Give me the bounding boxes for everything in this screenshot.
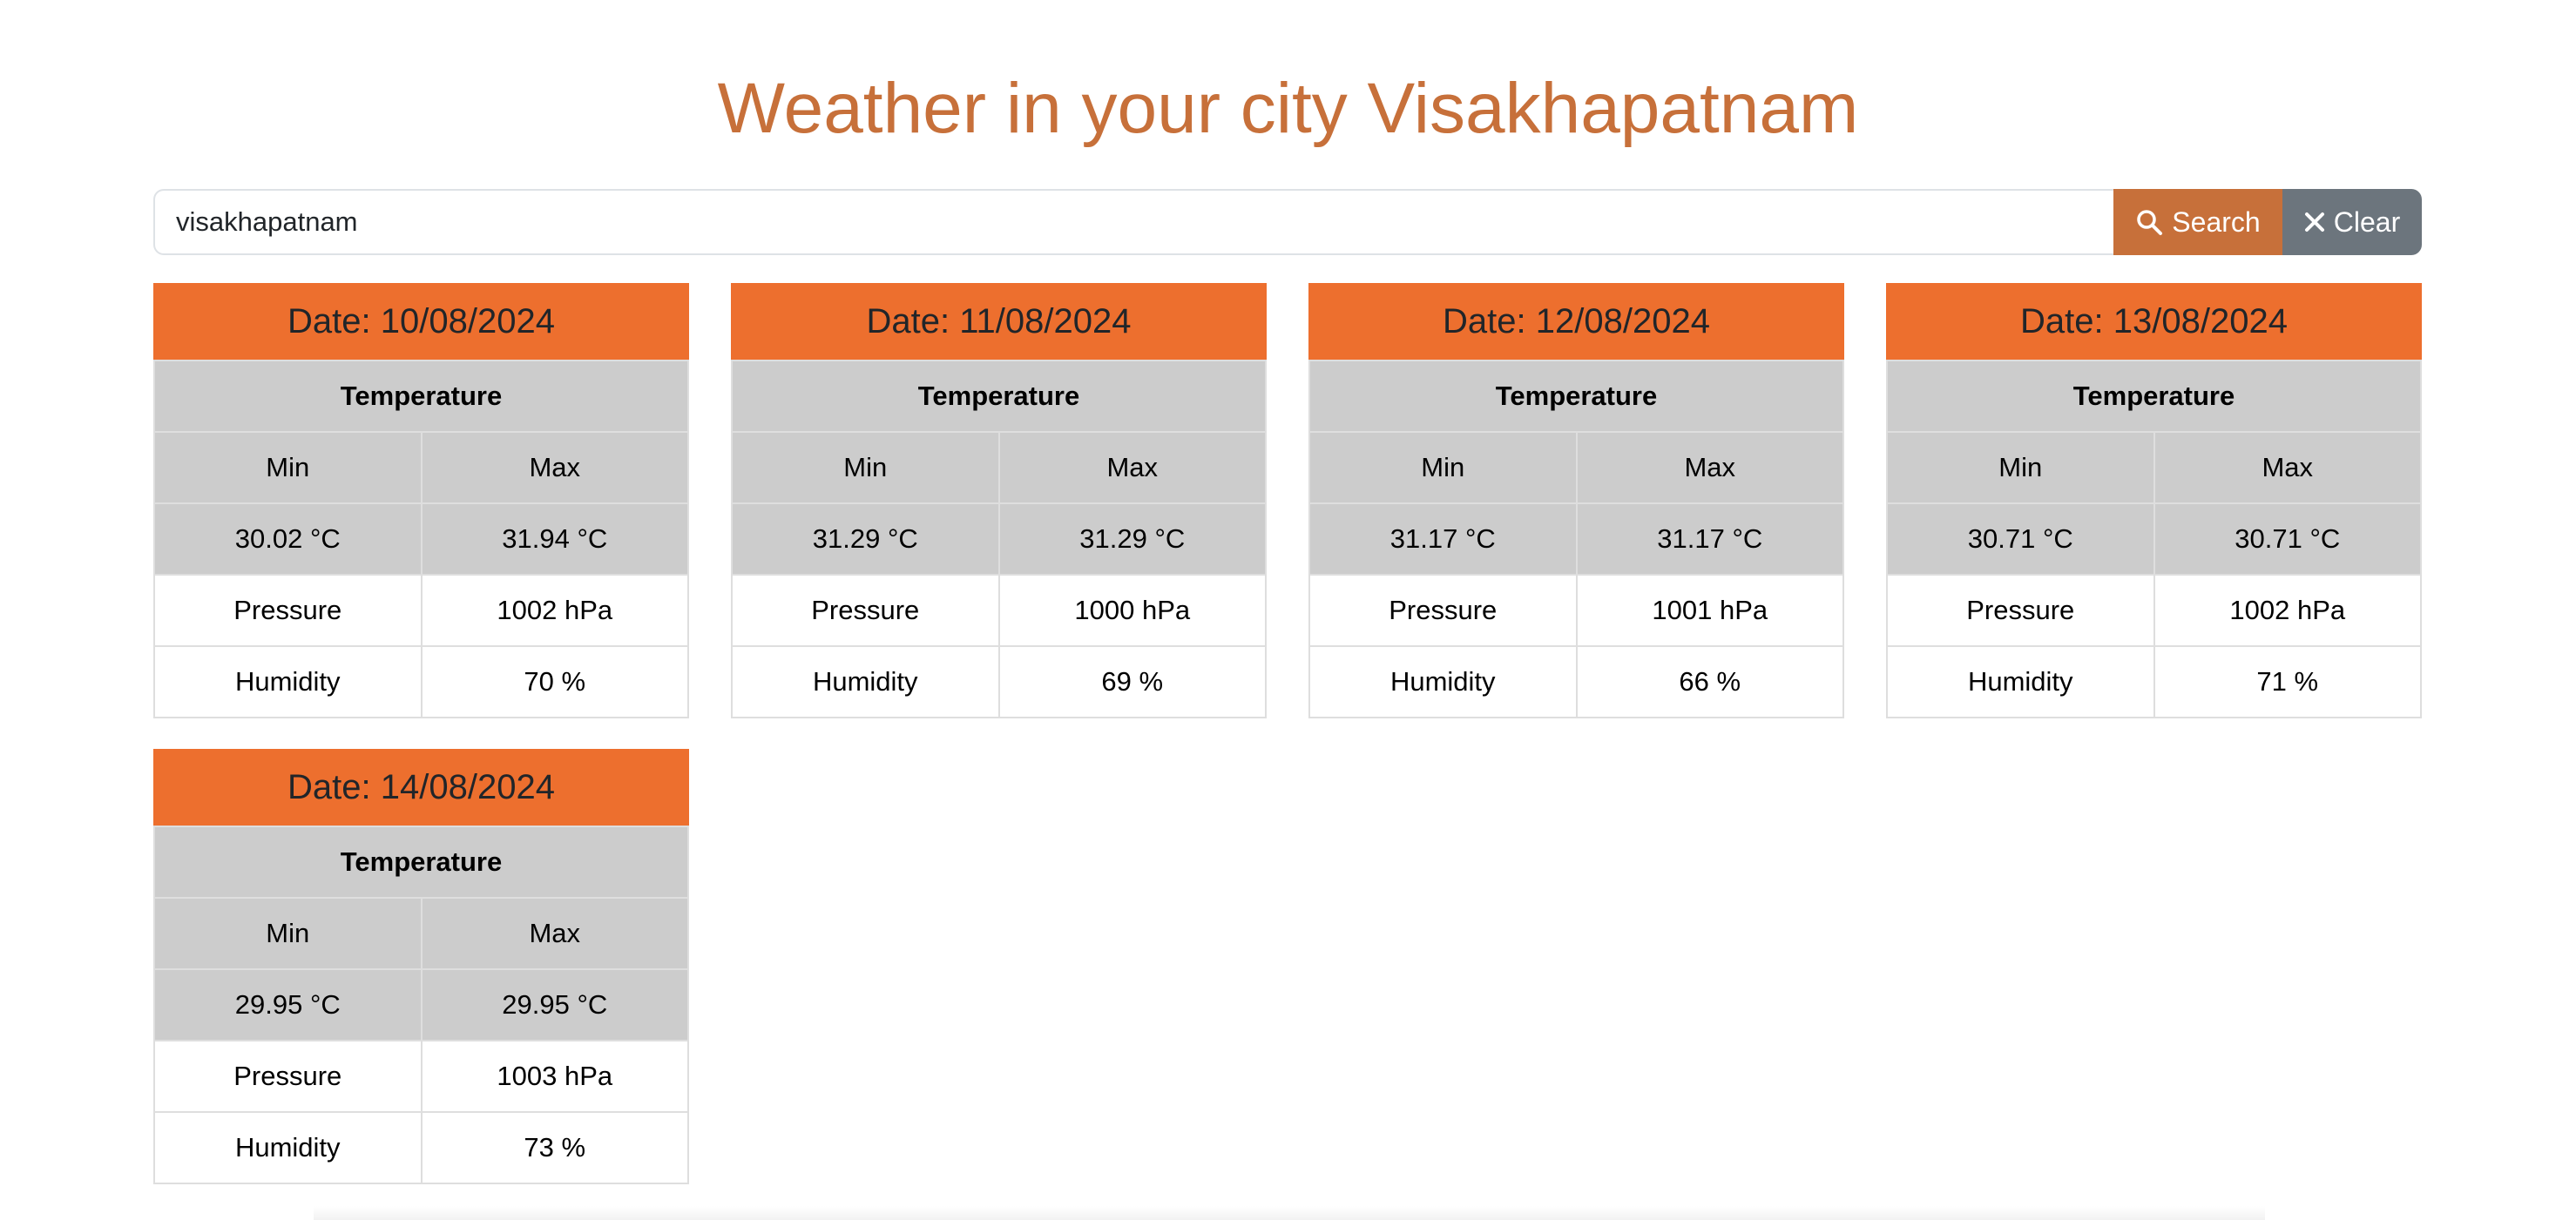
table-row: Pressure 1002 hPa (1886, 574, 2422, 647)
weather-table: Temperature Min Max 30.71 °C 30.71 °C Pr… (1886, 360, 2422, 718)
close-icon (2304, 212, 2325, 233)
humidity-value: 69 % (997, 645, 1267, 718)
max-label: Max (420, 897, 689, 970)
min-label: Min (153, 897, 423, 970)
clear-button-label: Clear (2333, 206, 2401, 238)
search-icon (2135, 208, 2163, 236)
humidity-label: Humidity (153, 645, 423, 718)
max-label: Max (997, 431, 1267, 504)
table-row: 31.29 °C 31.29 °C (731, 502, 1267, 576)
temperature-heading: Temperature (1308, 360, 1844, 433)
table-row: 30.71 °C 30.71 °C (1886, 502, 2422, 576)
max-label: Max (420, 431, 689, 504)
humidity-value: 71 % (2153, 645, 2422, 718)
max-temperature-value: 30.71 °C (2153, 502, 2422, 576)
table-row: Pressure 1003 hPa (153, 1040, 689, 1113)
forecast-card: Date: 12/08/2024 Temperature Min Max 31.… (1308, 283, 1844, 718)
table-row: Temperature (731, 360, 1267, 433)
pressure-value: 1002 hPa (420, 574, 689, 647)
max-temperature-value: 31.29 °C (997, 502, 1267, 576)
humidity-value: 73 % (420, 1111, 689, 1184)
pressure-label: Pressure (1308, 574, 1578, 647)
search-button-label: Search (2172, 206, 2261, 238)
page-title: Weather in your city Visakhapatnam (717, 69, 1859, 148)
temperature-heading: Temperature (1886, 360, 2422, 433)
forecast-card: Date: 10/08/2024 Temperature Min Max 30.… (153, 283, 689, 718)
humidity-label: Humidity (153, 1111, 423, 1184)
table-row: Temperature (1308, 360, 1844, 433)
card-date: Date: 11/08/2024 (731, 283, 1267, 360)
table-row: Humidity 73 % (153, 1111, 689, 1184)
table-row: Min Max (153, 431, 689, 504)
weather-table: Temperature Min Max 29.95 °C 29.95 °C Pr… (153, 826, 689, 1184)
forecast-card: Date: 13/08/2024 Temperature Min Max 30.… (1886, 283, 2422, 718)
table-row: Temperature (153, 360, 689, 433)
max-temperature-value: 31.94 °C (420, 502, 689, 576)
weather-table: Temperature Min Max 30.02 °C 31.94 °C Pr… (153, 360, 689, 718)
max-temperature-value: 29.95 °C (420, 968, 689, 1041)
weather-table: Temperature Min Max 31.17 °C 31.17 °C Pr… (1308, 360, 1844, 718)
min-temperature-value: 31.29 °C (731, 502, 1000, 576)
pressure-value: 1003 hPa (420, 1040, 689, 1113)
table-row: 31.17 °C 31.17 °C (1308, 502, 1844, 576)
city-search-input[interactable] (153, 189, 2113, 255)
search-bar: Search Clear (153, 189, 2422, 255)
humidity-label: Humidity (1308, 645, 1578, 718)
card-date: Date: 12/08/2024 (1308, 283, 1844, 360)
min-label: Min (153, 431, 423, 504)
min-label: Min (1886, 431, 2155, 504)
humidity-value: 66 % (1575, 645, 1844, 718)
table-row: 30.02 °C 31.94 °C (153, 502, 689, 576)
max-label: Max (1575, 431, 1844, 504)
table-row: Min Max (153, 897, 689, 970)
table-row: 29.95 °C 29.95 °C (153, 968, 689, 1041)
humidity-value: 70 % (420, 645, 689, 718)
min-temperature-value: 30.02 °C (153, 502, 423, 576)
min-temperature-value: 31.17 °C (1308, 502, 1578, 576)
table-row: Pressure 1000 hPa (731, 574, 1267, 647)
bottom-shadow (314, 1206, 2265, 1220)
forecast-card: Date: 14/08/2024 Temperature Min Max 29.… (153, 749, 689, 1184)
pressure-value: 1002 hPa (2153, 574, 2422, 647)
card-date: Date: 14/08/2024 (153, 749, 689, 826)
clear-button[interactable]: Clear (2282, 189, 2422, 255)
pressure-label: Pressure (731, 574, 1000, 647)
table-row: Temperature (153, 826, 689, 899)
max-label: Max (2153, 431, 2422, 504)
temperature-heading: Temperature (153, 826, 689, 899)
table-row: Min Max (1886, 431, 2422, 504)
table-row: Humidity 71 % (1886, 645, 2422, 718)
table-row: Temperature (1886, 360, 2422, 433)
pressure-value: 1001 hPa (1575, 574, 1844, 647)
temperature-heading: Temperature (153, 360, 689, 433)
min-label: Min (1308, 431, 1578, 504)
min-label: Min (731, 431, 1000, 504)
table-row: Min Max (1308, 431, 1844, 504)
temperature-heading: Temperature (731, 360, 1267, 433)
min-temperature-value: 30.71 °C (1886, 502, 2155, 576)
pressure-label: Pressure (153, 574, 423, 647)
min-temperature-value: 29.95 °C (153, 968, 423, 1041)
max-temperature-value: 31.17 °C (1575, 502, 1844, 576)
weather-table: Temperature Min Max 31.29 °C 31.29 °C Pr… (731, 360, 1267, 718)
pressure-label: Pressure (153, 1040, 423, 1113)
table-row: Min Max (731, 431, 1267, 504)
pressure-label: Pressure (1886, 574, 2155, 647)
search-button[interactable]: Search (2113, 189, 2282, 255)
pressure-value: 1000 hPa (997, 574, 1267, 647)
table-row: Humidity 69 % (731, 645, 1267, 718)
table-row: Pressure 1001 hPa (1308, 574, 1844, 647)
humidity-label: Humidity (1886, 645, 2155, 718)
table-row: Pressure 1002 hPa (153, 574, 689, 647)
table-row: Humidity 66 % (1308, 645, 1844, 718)
card-date: Date: 10/08/2024 (153, 283, 689, 360)
page: Weather in your city Visakhapatnam Searc… (0, 0, 2576, 1220)
card-date: Date: 13/08/2024 (1886, 283, 2422, 360)
table-row: Humidity 70 % (153, 645, 689, 718)
humidity-label: Humidity (731, 645, 1000, 718)
forecast-card: Date: 11/08/2024 Temperature Min Max 31.… (731, 283, 1267, 718)
